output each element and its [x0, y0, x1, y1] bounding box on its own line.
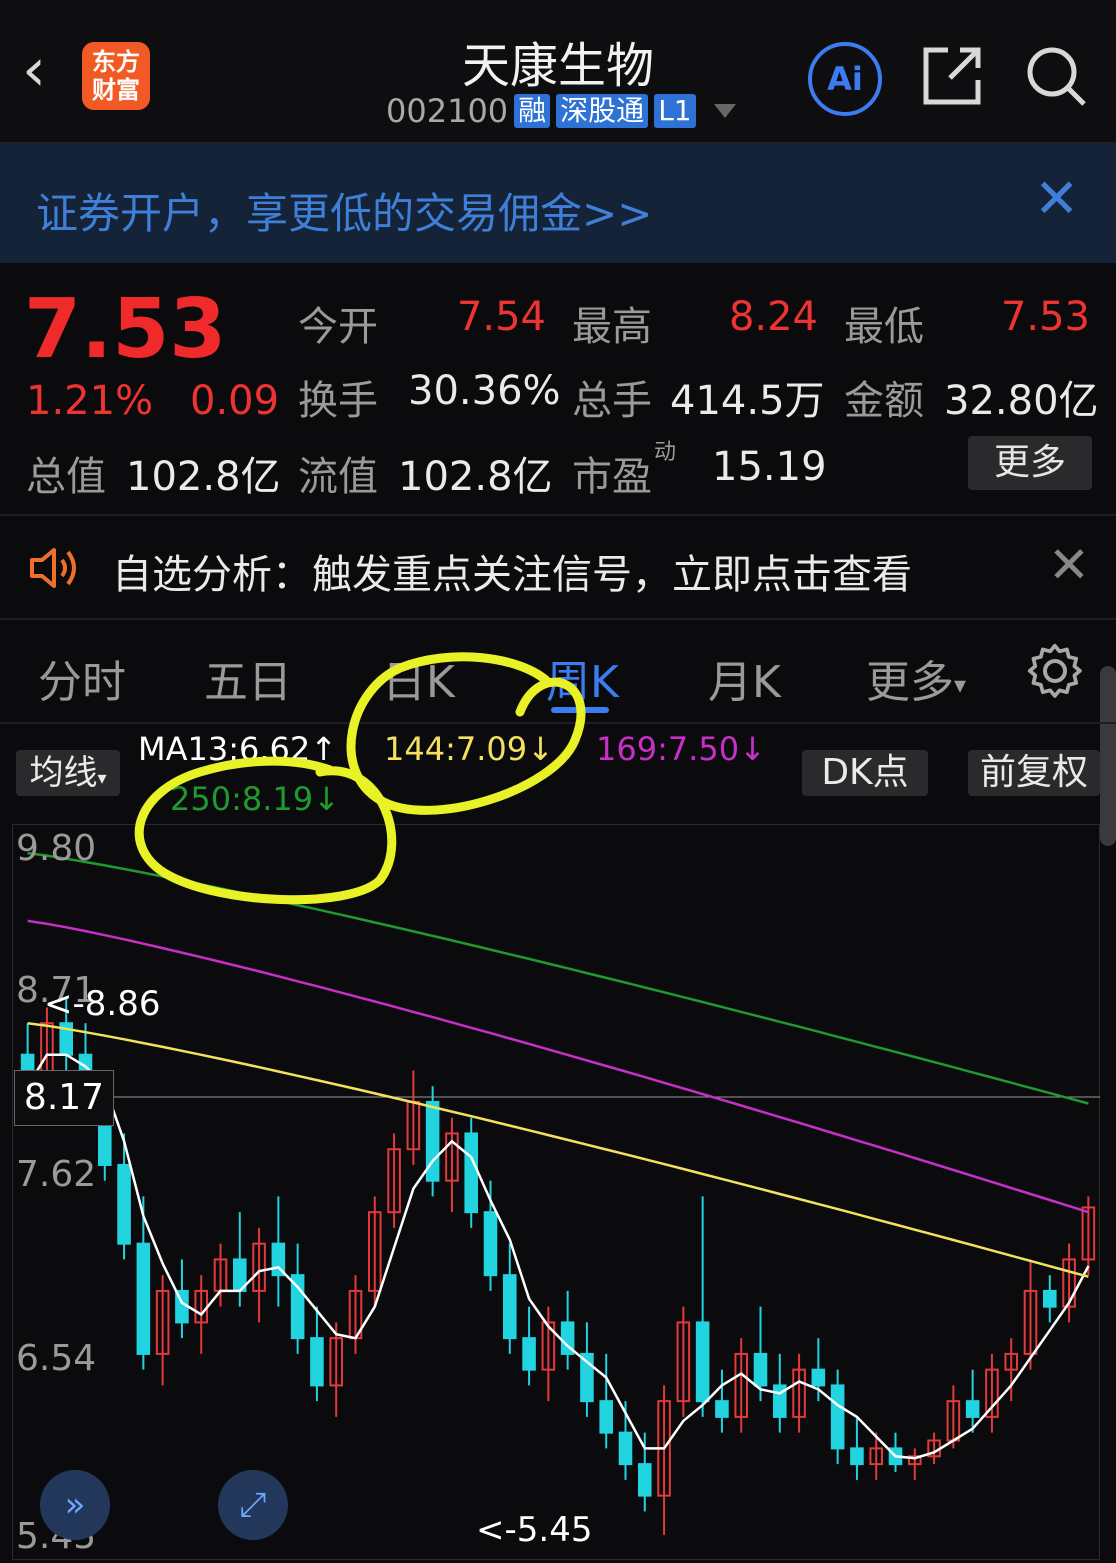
candle-body — [1043, 1289, 1057, 1308]
candlestick-chart[interactable] — [0, 0, 1116, 1563]
y-axis-label: 7.62 — [16, 1154, 97, 1195]
candle-body — [464, 1132, 478, 1214]
candle-body — [811, 1368, 826, 1387]
fullscreen-icon[interactable]: ⤢ — [218, 1470, 288, 1540]
candle-body — [618, 1431, 633, 1466]
candle-body — [715, 1400, 729, 1418]
highlight-circle-250 — [134, 756, 397, 905]
candle-body — [695, 1321, 710, 1403]
min-price-marker: <-5.45 — [476, 1510, 593, 1550]
ma169-line — [27, 919, 1089, 1214]
candle-body — [965, 1400, 980, 1418]
candle-body — [503, 1274, 517, 1340]
candle-body — [117, 1163, 131, 1245]
candle-body — [136, 1242, 151, 1355]
candle-body — [638, 1463, 652, 1497]
crosshair-price-label: 8.17 — [14, 1070, 114, 1126]
candle-body — [753, 1352, 768, 1387]
ma13-line — [26, 1053, 1090, 1460]
candle-body — [850, 1447, 864, 1466]
candle-body — [522, 1337, 536, 1371]
candle-body — [310, 1337, 324, 1387]
max-price-marker: <-8.86 — [44, 984, 161, 1024]
candle-body — [483, 1211, 498, 1277]
highlight-circle-144 — [346, 652, 586, 815]
expand-sidebar-icon[interactable]: » — [40, 1470, 110, 1540]
candle-body — [599, 1400, 614, 1434]
candle-body — [830, 1384, 845, 1450]
y-axis-label-top: 9.80 — [16, 828, 97, 869]
y-axis-label: 6.54 — [16, 1338, 97, 1379]
ma250-line — [27, 851, 1089, 1105]
